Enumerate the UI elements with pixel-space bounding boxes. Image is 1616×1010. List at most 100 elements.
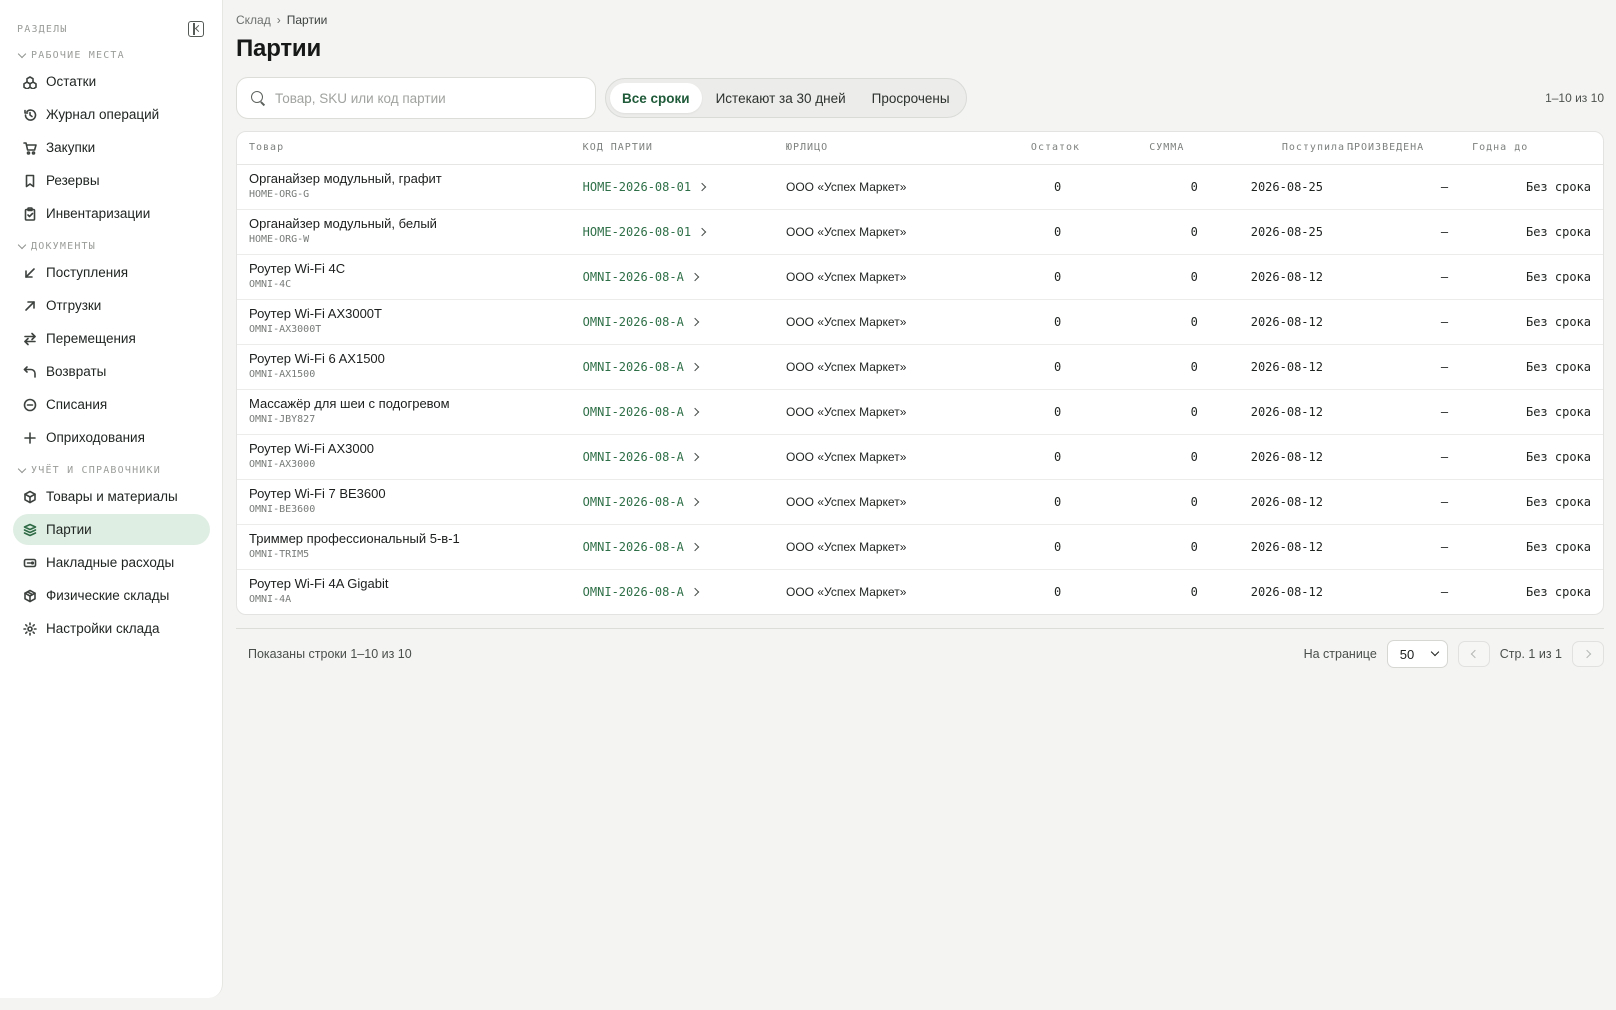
batch-code-link[interactable]: OMNI-2026-08-A: [582, 269, 700, 284]
expires-cell: Без срока: [1460, 164, 1603, 210]
sidebar-item[interactable]: Списания: [13, 389, 210, 420]
sum-cell: 0: [1190, 584, 1198, 599]
col-received-label: Поступила: [1281, 142, 1346, 154]
sidebar-item-label: Отгрузки: [46, 298, 102, 313]
batch-code-link[interactable]: HOME-2026-08-01: [583, 225, 707, 239]
batch-code: OMNI-2026-08-A: [582, 584, 684, 599]
sidebar-item-label: Списания: [46, 397, 108, 412]
produced-cell: —: [1334, 344, 1461, 390]
batch-code-link[interactable]: OMNI-2026-08-A: [583, 315, 700, 329]
sidebar-group-header[interactable]: УЧЁТ И СПРАВОЧНИКИ: [0, 461, 222, 479]
col-batch-code[interactable]: КОД ПАРТИИ: [570, 132, 774, 165]
search-input[interactable]: [275, 90, 595, 106]
table-row[interactable]: Роутер Wi-Fi 7 BE3600 OMNI-BE3600 OMNI-202…: [237, 479, 1603, 525]
sidebar-item[interactable]: Партии: [13, 514, 210, 545]
sidebar-item[interactable]: Накладные расходы: [13, 547, 210, 578]
batch-cell: OMNI-2026-08-A: [570, 344, 774, 390]
batch-code: HOME-2026-08-01: [582, 179, 692, 194]
product-sku: HOME-ORG-W: [249, 234, 310, 245]
sidebar-item[interactable]: Поступления: [13, 257, 210, 288]
col-sum[interactable]: СУММА: [1073, 132, 1210, 165]
sidebar-item[interactable]: Резервы: [13, 165, 210, 196]
per-page-value: 50: [1399, 646, 1415, 662]
entity-cell: ООО «Успех Маркет»: [774, 434, 943, 480]
sidebar-item[interactable]: Настройки склада: [13, 613, 210, 644]
col-entity[interactable]: ЮРЛИЦО: [774, 132, 943, 165]
expires-cell: Без срока: [1460, 434, 1603, 480]
sidebar-item[interactable]: Физические склады: [13, 580, 210, 611]
table-row[interactable]: Массажёр для шеи с подогревом OMNI-JBY827…: [237, 389, 1603, 435]
batch-cell: OMNI-2026-08-A: [570, 389, 774, 435]
sidebar-item[interactable]: Инвентаризации: [13, 198, 210, 229]
sidebar-item[interactable]: Товары и материалы: [13, 481, 210, 512]
batch-code-link[interactable]: OMNI-2026-08-A: [582, 584, 700, 599]
breadcrumb-root[interactable]: Склад: [236, 13, 271, 27]
batch-code: OMNI-2026-08-A: [582, 539, 684, 554]
filter-tab[interactable]: Просрочены: [860, 83, 962, 113]
batch-code: OMNI-2026-08-A: [582, 494, 684, 509]
batch-code-link[interactable]: HOME-2026-08-01: [582, 179, 707, 194]
sidebar-item[interactable]: Перемещения: [13, 323, 210, 354]
product-name: Роутер Wi-Fi 6 AX1500: [249, 351, 385, 366]
batch-code-link[interactable]: OMNI-2026-08-A: [582, 449, 700, 464]
sidebar-item[interactable]: Журнал операций: [13, 99, 210, 130]
search-box[interactable]: [236, 77, 596, 119]
entity-cell: ООО «Успех Маркет»: [786, 584, 907, 599]
entity-cell: ООО «Успех Маркет»: [774, 389, 943, 435]
table-row[interactable]: Органайзер модульный, графит HOME-ORG-G HO…: [237, 164, 1603, 210]
sum-cell: 0: [1073, 344, 1210, 390]
sidebar-item-label: Перемещения: [46, 331, 136, 346]
table-row[interactable]: Роутер Wi-Fi AX3000 OMNI-AX3000 OMNI-2026-…: [237, 434, 1603, 480]
batch-cell: OMNI-2026-08-A: [570, 254, 774, 300]
package-icon: [23, 490, 37, 504]
warehouse-icon: [23, 589, 37, 603]
table-row[interactable]: Роутер Wi-Fi 6 AX1500 OMNI-AX1500 OMNI-202…: [237, 344, 1603, 390]
batch-code-link[interactable]: OMNI-2026-08-A: [582, 539, 700, 554]
batch-code-link[interactable]: OMNI-2026-08-A: [583, 360, 700, 374]
expires-cell: Без срока: [1460, 254, 1603, 300]
filter-tab[interactable]: Истекают за 30 дней: [704, 83, 858, 113]
sidebar-collapse-icon[interactable]: [188, 21, 204, 37]
table-row[interactable]: Роутер Wi-Fi AX3000T OMNI-AX3000T OMNI-202…: [237, 299, 1603, 345]
col-produced[interactable]: ПРОИЗВЕДЕНА: [1334, 132, 1461, 165]
filter-tab[interactable]: Все сроки: [610, 83, 702, 113]
product-cell: Роутер Wi-Fi AX3000 OMNI-AX3000: [237, 434, 571, 480]
batch-code-link[interactable]: OMNI-2026-08-A: [582, 494, 700, 509]
batch-code: OMNI-2026-08-A: [582, 269, 684, 284]
sidebar-item[interactable]: Возвраты: [13, 356, 210, 387]
sidebar-item[interactable]: Оприходования: [13, 422, 210, 453]
received-cell: 2026-08-25: [1209, 164, 1335, 210]
prev-page-button[interactable]: [1457, 641, 1490, 667]
product-name: Роутер Wi-Fi AX3000: [249, 441, 375, 456]
table-row[interactable]: Роутер Wi-Fi 4C OMNI-4C OMNI-2026-08-A ООО …: [237, 254, 1603, 300]
batch-code-link[interactable]: OMNI-2026-08-A: [583, 405, 700, 419]
chevron-down-icon: [17, 464, 27, 473]
product-name: Триммер профессиональный 5-в-1: [249, 531, 460, 546]
sidebar-item[interactable]: Закупки: [13, 132, 210, 163]
col-product[interactable]: Товар: [237, 132, 571, 165]
plus-icon: [23, 431, 37, 445]
sidebar-item-label: Оприходования: [46, 430, 145, 445]
page-title: Партии: [236, 35, 322, 62]
chevron-left-icon: [1471, 649, 1480, 659]
sidebar-item[interactable]: Отгрузки: [13, 290, 210, 321]
sidebar-header: РАЗДЕЛЫ: [0, 20, 222, 38]
table-row[interactable]: Роутер Wi-Fi 4A Gigabit OMNI-4A OMNI-2026-…: [237, 569, 1603, 614]
col-stock[interactable]: Остаток: [942, 132, 1079, 165]
product-name: Роутер Wi-Fi 4C: [249, 261, 346, 276]
table-row[interactable]: Триммер профессиональный 5-в-1 OMNI-TRIM5…: [237, 524, 1603, 570]
sidebar-group-header[interactable]: РАБОЧИЕ МЕСТА: [0, 46, 222, 64]
table-row[interactable]: Органайзер модульный, белый HOME-ORG-W HOM…: [237, 209, 1603, 255]
col-received[interactable]: Поступила ↓: [1209, 132, 1355, 165]
batch-code: OMNI-2026-08-A: [582, 449, 684, 464]
sidebar-item[interactable]: Остатки: [13, 66, 210, 97]
col-expires[interactable]: Годна до: [1460, 132, 1603, 165]
product-cell: Роутер Wi-Fi 7 BE3600 OMNI-BE3600: [237, 479, 571, 525]
next-page-button[interactable]: [1572, 641, 1604, 667]
sidebar: РАЗДЕЛЫ РАБОЧИЕ МЕСТА Остатки Журнал опера…: [0, 0, 223, 998]
product-sku: OMNI-AX3000: [249, 459, 316, 470]
product-name: Органайзер модульный, графит: [249, 171, 442, 186]
sidebar-group-header[interactable]: ДОКУМЕНТЫ: [0, 237, 222, 255]
per-page-select[interactable]: 50: [1386, 640, 1448, 668]
swap-icon: [23, 332, 37, 346]
